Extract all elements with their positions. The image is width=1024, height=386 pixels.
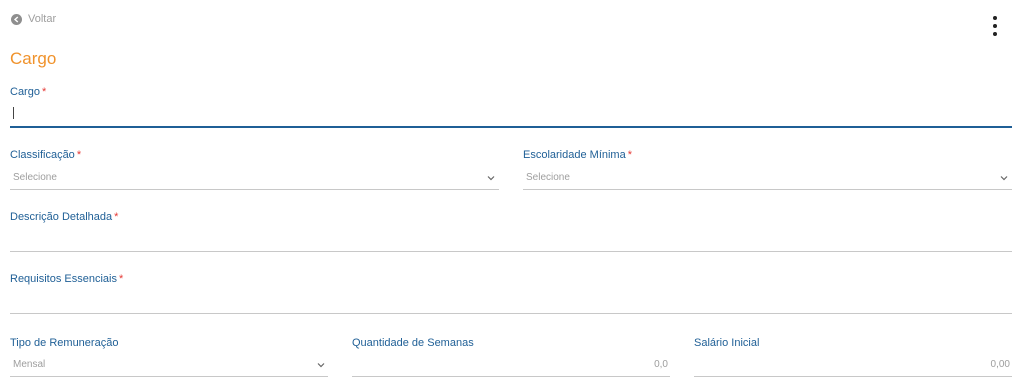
- remuneracao-underline: [10, 376, 328, 377]
- salario-underline: [694, 376, 1012, 377]
- requisitos-textarea[interactable]: [10, 290, 1012, 312]
- descricao-textarea[interactable]: [10, 228, 1012, 250]
- cargo-underline: [10, 126, 1012, 128]
- classificacao-select[interactable]: Selecione: [10, 168, 499, 188]
- cargo-input[interactable]: [10, 103, 1012, 127]
- semanas-underline: [352, 376, 670, 377]
- cargo-label: Cargo *: [10, 86, 47, 98]
- back-arrow-icon: [11, 13, 22, 25]
- descricao-underline: [10, 251, 1012, 252]
- kebab-menu-icon[interactable]: [989, 16, 1001, 36]
- classificacao-underline: [10, 189, 499, 190]
- back-link[interactable]: Voltar: [11, 13, 56, 25]
- chevron-down-icon: [1000, 176, 1008, 181]
- requisitos-underline: [10, 313, 1012, 314]
- salario-input[interactable]: 0,00: [694, 355, 1012, 375]
- semanas-input[interactable]: 0,0: [352, 355, 670, 375]
- salario-label: Salário Inicial: [694, 337, 760, 349]
- semanas-label: Quantidade de Semanas: [352, 337, 474, 349]
- text-caret: [13, 107, 14, 119]
- escolaridade-select[interactable]: Selecione: [523, 168, 1012, 188]
- required-mark: *: [627, 149, 632, 161]
- required-mark: *: [41, 86, 47, 98]
- requisitos-label: Requisitos Essenciais *: [10, 273, 124, 285]
- required-mark: *: [119, 273, 124, 285]
- descricao-label: Descrição Detalhada *: [10, 211, 119, 223]
- required-mark: *: [76, 149, 82, 161]
- chevron-down-icon: [317, 363, 325, 368]
- remuneracao-label: Tipo de Remuneração: [10, 337, 119, 349]
- escolaridade-label: Escolaridade Mínima *: [523, 149, 632, 161]
- classificacao-label: Classificação *: [10, 149, 82, 161]
- remuneracao-select[interactable]: Mensal: [10, 355, 328, 375]
- escolaridade-underline: [523, 189, 1012, 190]
- back-link-label: Voltar: [28, 13, 57, 25]
- required-mark: *: [114, 211, 119, 223]
- page-title: Cargo: [10, 49, 57, 68]
- chevron-down-icon: [487, 176, 495, 181]
